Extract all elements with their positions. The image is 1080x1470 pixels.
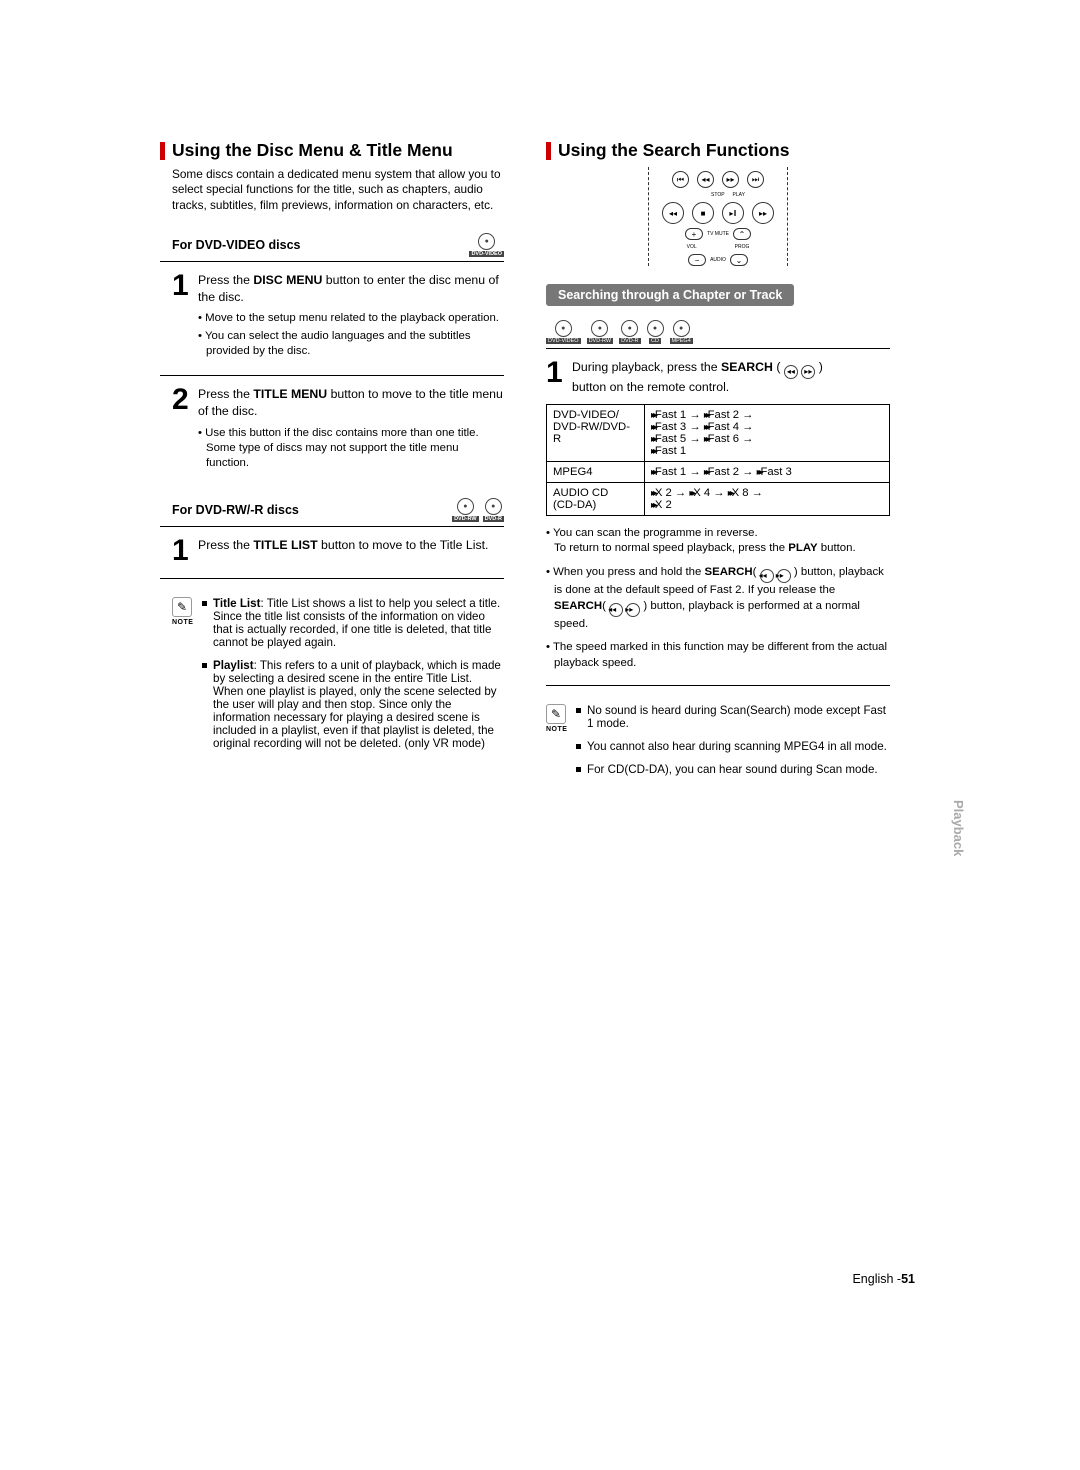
table-row1-label: DVD-VIDEO/ DVD-RW/DVD-R: [547, 405, 645, 462]
search-rew-icon: ◂◂: [609, 603, 623, 617]
badge-group-1: ●DVD-VIDEO: [469, 233, 504, 257]
search-rew-icon: ◂◂: [760, 569, 774, 583]
left-intro: Some discs contain a dedicated menu syst…: [172, 167, 504, 213]
note-box-left: ✎ NOTE Title List: Title List shows a li…: [172, 597, 504, 760]
rewind-icon: ◂◂: [697, 171, 714, 188]
right-column: Using the Search Functions ⏮ ◂◂ ▸▸ ⏭ STO…: [546, 140, 890, 786]
table-row1-val: Fast 1 Fast 2 Fast 3 Fast 4 Fast 5 Fast …: [645, 405, 890, 462]
search-ff-icon: ▸▸: [777, 569, 791, 583]
note-box-right: ✎ NOTE No sound is heard during Scan(Sea…: [546, 704, 890, 786]
step-number-1b: 1: [172, 537, 198, 564]
right-step-1: 1 During playback, press the SEARCH ( ◂◂…: [546, 359, 890, 396]
badge-dvdr: ●DVD-R: [483, 498, 504, 522]
table-row3-label: AUDIO CD (CD-DA): [547, 483, 645, 516]
search-rew-icon: ◂◂: [784, 365, 798, 379]
skip-back-icon: ⏮: [672, 171, 689, 188]
right-heading: Using the Search Functions: [546, 140, 890, 161]
badge-row: ●DVD-VIDEO ●DVD-RW ●DVD-R ●CD ●MPEG4: [546, 320, 890, 344]
forward-icon: ▸▸: [722, 171, 739, 188]
step-number-2: 2: [172, 386, 198, 419]
accent-bar: [160, 142, 165, 160]
stop-icon: ■: [692, 202, 714, 224]
left-heading-text: Using the Disc Menu & Title Menu: [172, 140, 453, 161]
page-footer: English -51: [852, 1272, 915, 1286]
right-bullets: You can scan the programme in reverse.To…: [546, 526, 890, 671]
right-heading-text: Using the Search Functions: [558, 140, 789, 161]
play-pause-icon: ▸‖: [722, 202, 744, 224]
note-label: NOTE: [172, 619, 192, 626]
step-2: 2 Press the TITLE MENU button to move to…: [172, 386, 504, 419]
step2-bullets: Use this button if the disc contains mor…: [198, 426, 504, 472]
section-pill: Searching through a Chapter or Track: [546, 284, 794, 306]
remote-diagram: ⏮ ◂◂ ▸▸ ⏭ STOPPLAY ◂◂ ■ ▸‖ ▸▸ + TV MUTE …: [648, 167, 788, 266]
search-ff-icon: ▸▸: [626, 603, 640, 617]
table-row2-label: MPEG4: [547, 462, 645, 483]
vol-up-icon: +: [685, 228, 703, 240]
table-row2-val: Fast 1 Fast 2 Fast 3: [645, 462, 890, 483]
note-icon: ✎: [172, 597, 192, 617]
step-1: 1 Press the DISC MENU button to enter th…: [172, 272, 504, 305]
badge-dvdrw: ●DVD-RW: [452, 498, 479, 522]
note-label: NOTE: [546, 726, 566, 733]
prog-up-icon: ⌃: [733, 228, 751, 240]
ff-big-icon: ▸▸: [752, 202, 774, 224]
table-row3-val: X 2 X 4 X 8 X 2: [645, 483, 890, 516]
speed-table: DVD-VIDEO/ DVD-RW/DVD-R Fast 1 Fast 2 Fa…: [546, 404, 890, 516]
step-3: 1 Press the TITLE LIST button to move to…: [172, 537, 504, 564]
rew-big-icon: ◂◂: [662, 202, 684, 224]
skip-fwd-icon: ⏭: [747, 171, 764, 188]
badge-dvdvideo: ●DVD-VIDEO: [469, 233, 504, 257]
side-tab: Playback: [951, 800, 966, 856]
step-number-1: 1: [172, 272, 198, 305]
step1-bullets: Move to the setup menu related to the pl…: [198, 311, 504, 359]
badge-group-2: ●DVD-RW ●DVD-R: [452, 498, 504, 522]
left-heading: Using the Disc Menu & Title Menu: [160, 140, 504, 161]
left-column: Using the Disc Menu & Title Menu Some di…: [160, 140, 504, 786]
search-ff-icon: ▸▸: [801, 365, 815, 379]
prog-down-icon: ⌄: [730, 254, 748, 266]
subhead-dvdrw: For DVD-RW/-R discs: [172, 503, 299, 517]
subhead-dvdvideo: For DVD-VIDEO discs: [172, 238, 301, 252]
vol-down-icon: −: [688, 254, 706, 266]
accent-bar: [546, 142, 551, 160]
note-icon: ✎: [546, 704, 566, 724]
